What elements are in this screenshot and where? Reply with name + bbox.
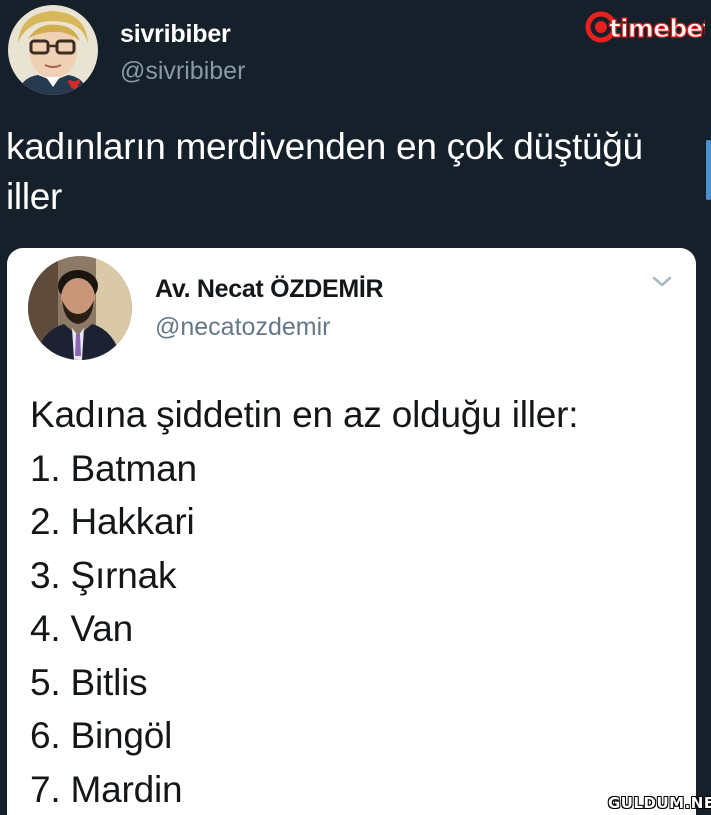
quoted-tweet-text: Kadına şiddetin en az olduğu iller: 1. B… (30, 388, 690, 815)
watermark: GULDUM.NET (608, 794, 711, 812)
quoted-avatar[interactable] (28, 256, 132, 360)
list-item: 6. Bingöl (30, 715, 173, 756)
avatar-necat-photo (28, 256, 132, 360)
tweet-text: kadınların merdivenden en çok düştüğü il… (6, 126, 643, 217)
quoted-tweet-card[interactable]: Av. Necat ÖZDEMİR @necatozdemir Kadına ş… (7, 248, 696, 815)
chevron-down-icon[interactable] (647, 270, 677, 294)
list-item: 5. Bitlis (30, 661, 148, 703)
list-item: 3. Şırnak (30, 554, 177, 596)
avatar[interactable] (8, 5, 98, 95)
timebet-logo: timebet (585, 8, 711, 48)
scrollbar[interactable] (706, 140, 711, 200)
list-item: 4. Van (30, 608, 134, 649)
quoted-heading: Kadına şiddetin en az olduğu iller: (30, 394, 579, 435)
user-handle[interactable]: @sivribiber (120, 55, 245, 87)
quoted-display-name[interactable]: Av. Necat ÖZDEMİR (155, 273, 384, 305)
list-item: 2. Hakkari (30, 501, 195, 542)
quoted-user-handle[interactable]: @necatozdemir (155, 311, 330, 343)
tweet-screenshot: sivribiber @sivribiber timebet kadınları… (0, 0, 711, 815)
display-name[interactable]: sivribiber (120, 18, 231, 50)
svg-text:timebet: timebet (609, 14, 705, 43)
list-item: 7. Mardin (30, 768, 183, 810)
list-item: 1. Batman (30, 447, 197, 489)
avatar-sivribiber-illustration (8, 5, 98, 95)
